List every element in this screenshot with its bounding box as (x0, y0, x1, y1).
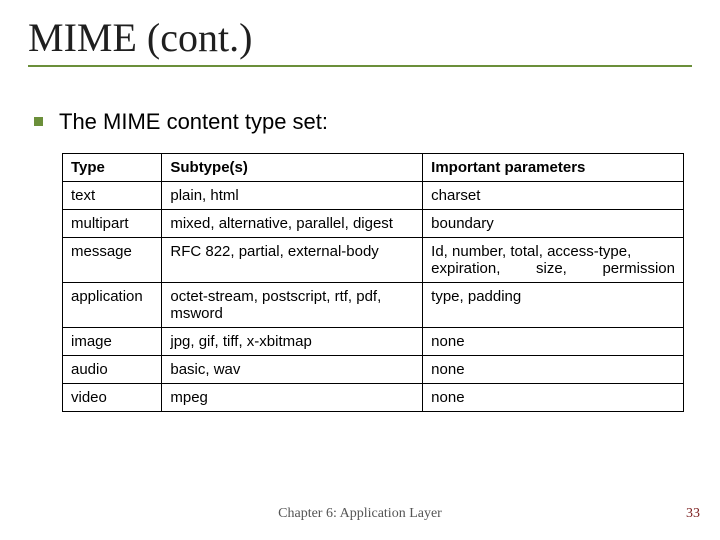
cell-type: video (63, 384, 162, 412)
cell-subtypes: plain, html (162, 182, 423, 210)
table-row: video mpeg none (63, 384, 684, 412)
table-row: image jpg, gif, tiff, x-xbitmap none (63, 328, 684, 356)
header-type: Type (63, 154, 162, 182)
cell-params: type, padding (423, 283, 684, 328)
mime-table: Type Subtype(s) Important parameters tex… (62, 153, 684, 412)
cell-params: none (423, 384, 684, 412)
cell-subtypes: RFC 822, partial, external-body (162, 238, 423, 283)
bullet-icon (34, 117, 43, 126)
cell-subtypes: basic, wav (162, 356, 423, 384)
cell-params: none (423, 328, 684, 356)
cell-params: none (423, 356, 684, 384)
cell-subtypes: mpeg (162, 384, 423, 412)
cell-type: multipart (63, 210, 162, 238)
cell-params: boundary (423, 210, 684, 238)
table-row: text plain, html charset (63, 182, 684, 210)
cell-params: Id, number, total, access-type, expirati… (423, 238, 684, 283)
cell-type: audio (63, 356, 162, 384)
footer-page-number: 33 (686, 506, 700, 522)
cell-type: text (63, 182, 162, 210)
table-row: application octet-stream, postscript, rt… (63, 283, 684, 328)
bullet-row: The MIME content type set: (34, 109, 692, 135)
mime-table-wrap: Type Subtype(s) Important parameters tex… (62, 153, 684, 412)
cell-type: image (63, 328, 162, 356)
bullet-text: The MIME content type set: (59, 109, 328, 135)
slide-footer: Chapter 6: Application Layer 33 (0, 506, 720, 526)
cell-params: charset (423, 182, 684, 210)
footer-chapter: Chapter 6: Application Layer (0, 506, 720, 522)
title-underline (28, 65, 692, 67)
table-header-row: Type Subtype(s) Important parameters (63, 154, 684, 182)
cell-type: message (63, 238, 162, 283)
cell-type: application (63, 283, 162, 328)
header-params: Important parameters (423, 154, 684, 182)
table-row: audio basic, wav none (63, 356, 684, 384)
cell-subtypes: octet-stream, postscript, rtf, pdf, mswo… (162, 283, 423, 328)
header-subtypes: Subtype(s) (162, 154, 423, 182)
cell-subtypes: mixed, alternative, parallel, digest (162, 210, 423, 238)
table-row: multipart mixed, alternative, parallel, … (63, 210, 684, 238)
slide-title: MIME (cont.) (28, 14, 692, 61)
slide: MIME (cont.) The MIME content type set: … (0, 0, 720, 540)
table-row: message RFC 822, partial, external-body … (63, 238, 684, 283)
cell-subtypes: jpg, gif, tiff, x-xbitmap (162, 328, 423, 356)
